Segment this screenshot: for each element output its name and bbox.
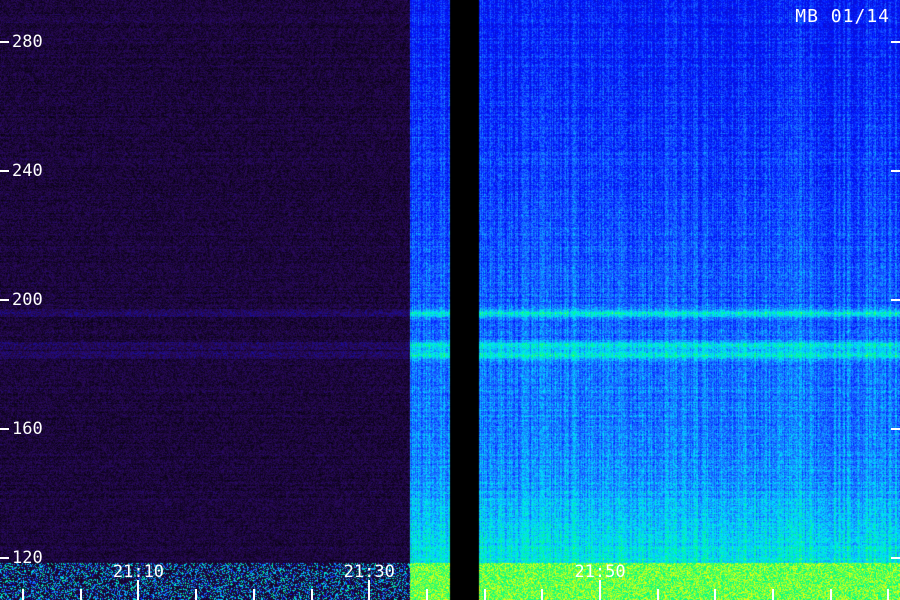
x-minor-tick xyxy=(714,589,717,600)
y-tick-right xyxy=(891,40,900,43)
x-major-tick xyxy=(368,580,371,600)
x-minor-tick xyxy=(79,589,82,600)
y-tick-label: 200 xyxy=(12,290,43,310)
y-tick-right xyxy=(891,169,900,172)
y-tick-right xyxy=(891,557,900,560)
y-tick-label: 280 xyxy=(12,31,43,52)
y-tick-label: 160 xyxy=(12,419,43,440)
y-tick-left xyxy=(0,169,9,172)
x-minor-tick xyxy=(195,589,198,600)
x-minor-tick xyxy=(541,589,544,600)
y-tick-label: 120 xyxy=(12,548,43,569)
x-tick-label: 21:50 xyxy=(574,562,626,582)
chart-overlay: MB 01/14 120 160 200 240 280 21:10 21:30 21:50 xyxy=(0,0,900,600)
x-major-tick xyxy=(599,580,601,600)
x-minor-tick xyxy=(252,589,255,600)
x-minor-tick xyxy=(310,589,313,600)
y-tick-left xyxy=(0,40,9,43)
y-tick-right xyxy=(891,299,900,301)
x-minor-tick xyxy=(483,589,486,600)
x-major-tick xyxy=(137,580,140,600)
y-tick-left xyxy=(0,428,9,431)
chart-label: MB 01/14 xyxy=(795,6,890,27)
y-tick-left xyxy=(0,299,9,301)
x-minor-tick xyxy=(829,589,832,600)
x-minor-tick xyxy=(887,589,890,600)
x-minor-tick xyxy=(22,589,25,600)
x-tick-label: 21:10 xyxy=(112,562,165,582)
x-minor-tick xyxy=(772,589,775,600)
x-minor-tick xyxy=(425,589,428,600)
x-minor-tick xyxy=(656,589,659,600)
y-tick-label: 240 xyxy=(12,160,43,181)
y-tick-left xyxy=(0,557,9,560)
x-tick-label: 21:30 xyxy=(343,562,395,582)
y-tick-right xyxy=(891,428,900,431)
